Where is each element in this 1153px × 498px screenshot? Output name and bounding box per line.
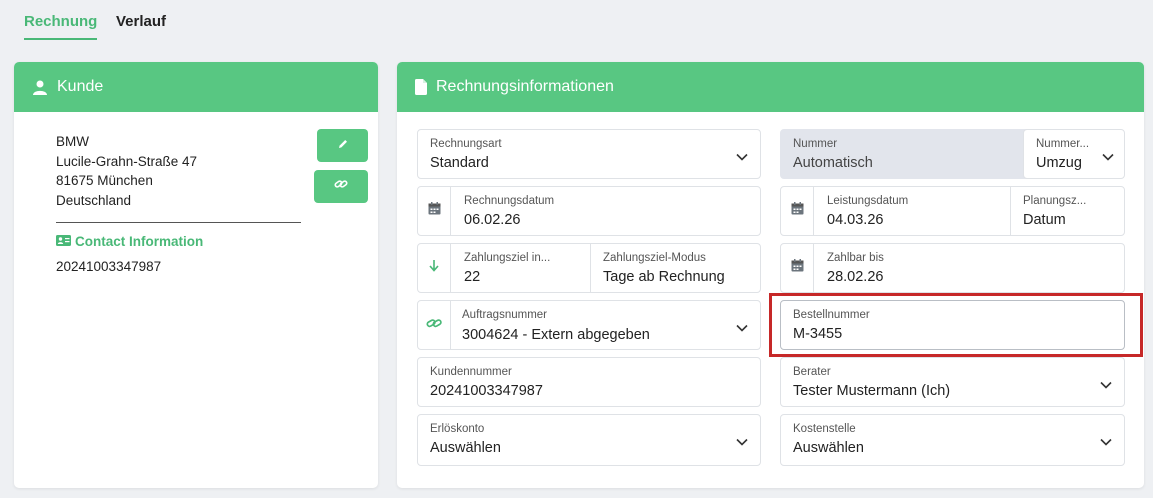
- chevron-down-icon: [1102, 148, 1114, 166]
- auftragsnummer-select[interactable]: Auftragsnummer 3004624 - Extern abgegebe…: [417, 300, 761, 350]
- user-icon: [32, 79, 48, 95]
- nummer-mode-select[interactable]: Nummer... Umzug: [1023, 129, 1125, 179]
- field-value: Auswählen: [793, 440, 864, 456]
- calendar-addon[interactable]: [418, 187, 451, 235]
- field-value: 04.03.26: [827, 212, 884, 228]
- calendar-icon: [428, 202, 441, 220]
- address-line: 81675 München: [56, 173, 153, 189]
- field-label: Erlöskonto: [430, 423, 485, 435]
- field-value: 28.02.26: [827, 269, 884, 285]
- divider: [56, 222, 301, 223]
- chevron-down-icon: [736, 148, 748, 166]
- contact-information-label: Contact Information: [75, 234, 204, 249]
- document-icon: [415, 79, 427, 95]
- zahlungsziel-input[interactable]: Zahlungsziel in... 22: [452, 244, 590, 292]
- field-value: Datum: [1023, 212, 1066, 228]
- field-value: Automatisch: [793, 155, 873, 171]
- id-card-icon: [56, 234, 75, 249]
- field-value: 06.02.26: [464, 212, 521, 228]
- chevron-down-icon: [1100, 376, 1112, 394]
- field-value: 3004624 - Extern abgegeben: [462, 327, 650, 343]
- calendar-addon[interactable]: [781, 244, 814, 292]
- bestellnummer-input[interactable]: Bestellnummer M-3455: [780, 300, 1125, 350]
- address-line: Lucile-Grahn-Straße 47: [56, 153, 198, 169]
- rechnungsart-select[interactable]: Rechnungsart Standard: [417, 129, 761, 179]
- leistungsdatum-group: Leistungsdatum 04.03.26 Planungsz... Dat…: [780, 186, 1125, 236]
- kostenstelle-select[interactable]: Kostenstelle Auswählen: [780, 414, 1125, 466]
- top-tab-bar: Rechnung Verlauf: [0, 0, 1153, 50]
- calendar-icon: [791, 202, 804, 220]
- field-value: Tester Mustermann (Ich): [793, 383, 951, 399]
- chevron-down-icon: [736, 319, 748, 337]
- nummer-field: Nummer Automatisch: [780, 129, 1031, 179]
- edit-customer-button[interactable]: [317, 129, 368, 162]
- arrow-down-icon: [429, 259, 439, 277]
- chevron-down-icon: [1100, 433, 1112, 451]
- kundennummer-input[interactable]: Kundennummer 20241003347987: [417, 357, 761, 407]
- leistungsdatum-input[interactable]: Leistungsdatum 04.03.26: [815, 187, 1011, 235]
- invoice-panel-header: Rechnungsinformationen: [397, 62, 1144, 112]
- link-addon[interactable]: [418, 301, 451, 349]
- calendar-icon: [791, 259, 804, 277]
- field-label: Zahlbar bis: [827, 252, 884, 264]
- contact-information-heading: Contact Information: [56, 234, 203, 249]
- zahlbar-bis-field[interactable]: Zahlbar bis 28.02.26: [780, 243, 1125, 293]
- berater-select[interactable]: Berater Tester Mustermann (Ich): [780, 357, 1125, 407]
- contact-information-value: 20241003347987: [56, 259, 162, 274]
- link-customer-button[interactable]: [314, 170, 368, 203]
- field-label: Rechnungsdatum: [464, 195, 555, 207]
- field-value: Tage ab Rechnung: [603, 269, 725, 285]
- tab-verlauf[interactable]: Verlauf: [116, 13, 166, 38]
- pencil-icon: [337, 137, 349, 155]
- address-line: BMW: [56, 134, 89, 149]
- planungszeitraum-select[interactable]: Planungsz... Datum: [1011, 187, 1124, 235]
- field-label: Kostenstelle: [793, 423, 856, 435]
- rechnungsdatum-field[interactable]: Rechnungsdatum 06.02.26: [417, 186, 761, 236]
- chevron-down-icon: [736, 433, 748, 451]
- field-label: Auftragsnummer: [462, 309, 548, 321]
- field-value: Umzug: [1036, 155, 1082, 171]
- field-value: Auswählen: [430, 440, 501, 456]
- field-value: 20241003347987: [430, 383, 543, 399]
- field-label: Berater: [793, 366, 831, 378]
- erloeskonto-select[interactable]: Erlöskonto Auswählen: [417, 414, 761, 466]
- field-label: Zahlungsziel in...: [464, 252, 551, 264]
- calendar-addon[interactable]: [781, 187, 814, 235]
- field-label: Leistungsdatum: [827, 195, 909, 207]
- field-label: Rechnungsart: [430, 138, 502, 150]
- customer-address: BMW Lucile-Grahn-Straße 47 81675 München…: [56, 132, 197, 211]
- customer-panel-header: Kunde: [14, 62, 378, 112]
- field-label: Planungsz...: [1023, 195, 1087, 207]
- link-icon: [334, 177, 348, 196]
- field-label: Zahlungsziel-Modus: [603, 252, 706, 264]
- field-label: Kundennummer: [430, 366, 512, 378]
- field-label: Nummer: [793, 138, 838, 150]
- invoice-panel-title: Rechnungsinformationen: [436, 78, 614, 95]
- address-line: Deutschland: [56, 193, 132, 209]
- customer-panel: Kunde BMW Lucile-Grahn-Straße 47 81675 M…: [14, 62, 378, 488]
- field-value: M-3455: [793, 326, 843, 342]
- zahlungsziel-group: Zahlungsziel in... 22 Zahlungsziel-Modus…: [417, 243, 761, 293]
- tab-rechnung[interactable]: Rechnung: [24, 13, 98, 40]
- customer-panel-title: Kunde: [57, 78, 104, 95]
- field-value: 22: [464, 269, 481, 285]
- field-value: Standard: [430, 155, 489, 171]
- arrow-addon[interactable]: [418, 244, 451, 292]
- link-icon: [426, 316, 442, 334]
- zahlungsziel-modus-select[interactable]: Zahlungsziel-Modus Tage ab Rechnung: [591, 244, 760, 292]
- field-label: Bestellnummer: [793, 309, 870, 321]
